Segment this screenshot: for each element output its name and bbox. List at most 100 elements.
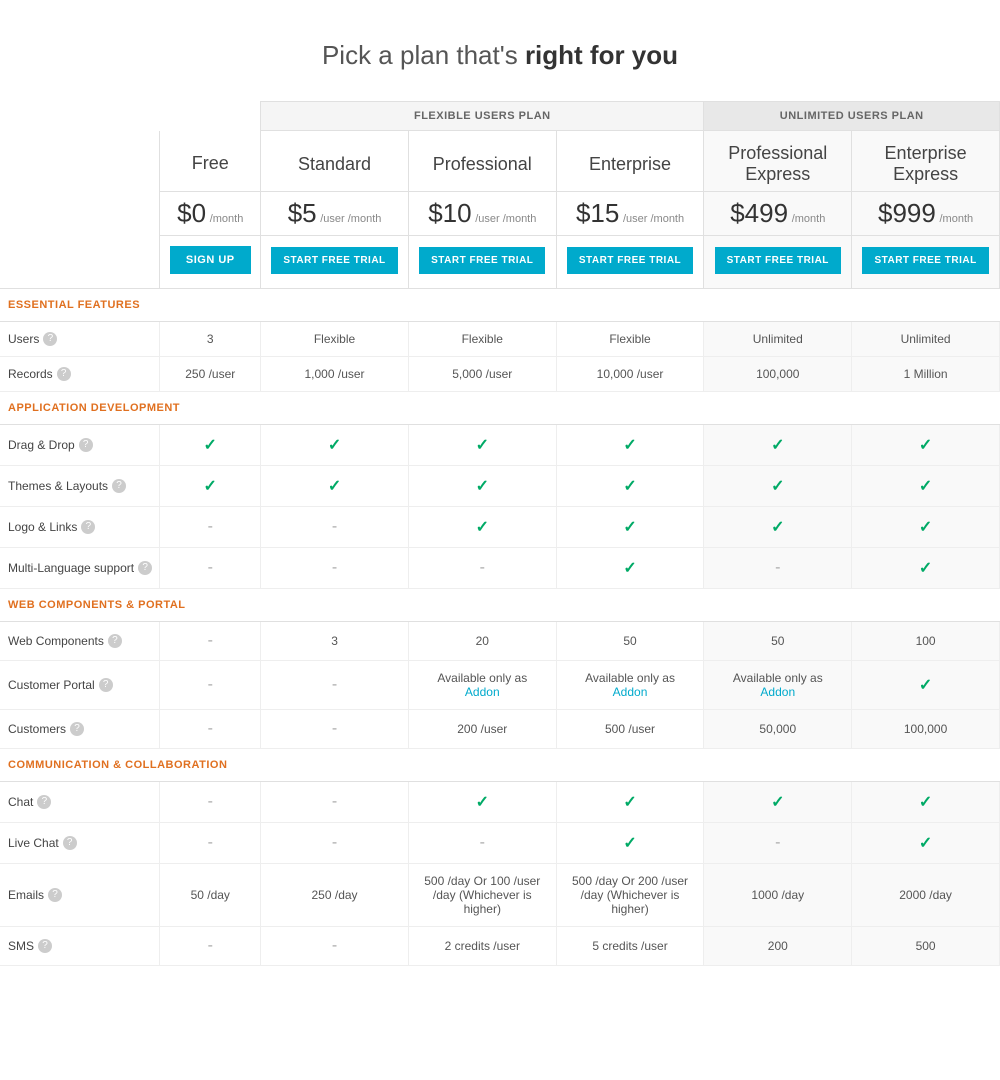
price-standard: $5 /user /month (261, 192, 409, 236)
plan-group-header-row: FLEXIBLE USERS PLAN UNLIMITED USERS PLAN (0, 102, 1000, 131)
feature-value-2-1-0: - (160, 661, 261, 710)
help-icon[interactable]: ? (81, 520, 95, 534)
feature-value-1-0-2: ✓ (408, 425, 556, 466)
feature-value-2-0-1: 3 (261, 622, 409, 661)
feature-row: Themes & Layouts?✓✓✓✓✓✓ (0, 466, 1000, 507)
feature-value-1-2-3: ✓ (556, 507, 704, 548)
plan-name-pro-express: Professional Express (704, 131, 852, 192)
checkmark-icon: ✓ (623, 560, 636, 577)
checkmark-icon: ✓ (919, 560, 932, 577)
price-professional: $10 /user /month (408, 192, 556, 236)
help-icon[interactable]: ? (99, 678, 113, 692)
feature-value-2-0-0: - (160, 622, 261, 661)
addon-link[interactable]: Addon (760, 685, 795, 699)
feature-label-cell-2-0: Web Components? (0, 622, 160, 661)
feature-value-2-1-4: Available only asAddon (704, 661, 852, 710)
checkmark-icon: ✓ (623, 835, 636, 852)
trial-button-professional[interactable]: START FREE TRIAL (419, 247, 545, 274)
feature-value-1-2-0: - (160, 507, 261, 548)
addon-link[interactable]: Addon (465, 685, 500, 699)
dash-indicator: - (775, 834, 780, 851)
feature-value-0-0-2: Flexible (408, 322, 556, 357)
dash-indicator: - (208, 676, 213, 693)
checkmark-icon: ✓ (204, 437, 217, 454)
feature-value-2-1-3: Available only asAddon (556, 661, 704, 710)
checkmark-icon: ✓ (919, 835, 932, 852)
checkmark-icon: ✓ (328, 437, 341, 454)
trial-button-pro-express[interactable]: START FREE TRIAL (715, 247, 841, 274)
dash-indicator: - (208, 793, 213, 810)
help-icon[interactable]: ? (138, 561, 152, 575)
help-icon[interactable]: ? (38, 939, 52, 953)
feature-value-1-0-0: ✓ (160, 425, 261, 466)
signup-button-free[interactable]: SIGN UP (170, 246, 251, 274)
feature-value-1-1-0: ✓ (160, 466, 261, 507)
help-icon[interactable]: ? (48, 888, 62, 902)
checkmark-icon: ✓ (476, 437, 489, 454)
addon-link[interactable]: Addon (613, 685, 648, 699)
feature-value-2-2-3: 500 /user (556, 710, 704, 749)
feature-value-3-1-4: - (704, 823, 852, 864)
section-header-0: ESSENTIAL FEATURES (0, 289, 1000, 322)
feature-value-3-0-3: ✓ (556, 782, 704, 823)
plan-name-professional: Professional (408, 131, 556, 192)
checkmark-icon: ✓ (919, 437, 932, 454)
feature-label-cell-0-0: Users? (0, 322, 160, 357)
price-free: $0 /month (160, 192, 261, 236)
page-title: Pick a plan that's right for you (0, 20, 1000, 101)
cta-enterprise: START FREE TRIAL (556, 236, 704, 289)
section-header-3: COMMUNICATION & COLLABORATION (0, 749, 1000, 782)
feature-value-2-1-1: - (261, 661, 409, 710)
feature-value-1-1-2: ✓ (408, 466, 556, 507)
feature-value-1-2-4: ✓ (704, 507, 852, 548)
feature-value-1-3-1: - (261, 548, 409, 589)
section-header-label-0: ESSENTIAL FEATURES (0, 289, 1000, 322)
help-icon[interactable]: ? (57, 367, 71, 381)
help-icon[interactable]: ? (37, 795, 51, 809)
plan-price-row: $0 /month $5 /user /month $10 /user /mon… (0, 192, 1000, 236)
feature-value-1-1-5: ✓ (852, 466, 1000, 507)
help-icon[interactable]: ? (70, 722, 84, 736)
help-icon[interactable]: ? (43, 332, 57, 346)
help-icon[interactable]: ? (108, 634, 122, 648)
trial-button-enterprise[interactable]: START FREE TRIAL (567, 247, 693, 274)
feature-row: Logo & Links?--✓✓✓✓ (0, 507, 1000, 548)
feature-value-1-3-2: - (408, 548, 556, 589)
dash-indicator: - (332, 937, 337, 954)
section-header-label-2: WEB COMPONENTS & PORTAL (0, 589, 1000, 622)
feature-value-2-2-5: 100,000 (852, 710, 1000, 749)
feature-row: SMS?--2 credits /user5 credits /user2005… (0, 927, 1000, 966)
feature-label-cell-3-0: Chat? (0, 782, 160, 823)
help-icon[interactable]: ? (79, 438, 93, 452)
feature-label-cell-0-1: Records? (0, 357, 160, 392)
feature-label-cell-1-2: Logo & Links? (0, 507, 160, 548)
feature-label-cell-1-3: Multi-Language support? (0, 548, 160, 589)
dash-indicator: - (332, 793, 337, 810)
feature-value-2-2-2: 200 /user (408, 710, 556, 749)
checkmark-icon: ✓ (771, 519, 784, 536)
cta-free: SIGN UP (160, 236, 261, 289)
trial-button-standard[interactable]: START FREE TRIAL (271, 247, 397, 274)
dash-indicator: - (208, 559, 213, 576)
trial-button-ent-express[interactable]: START FREE TRIAL (862, 247, 988, 274)
dash-indicator: - (208, 632, 213, 649)
dash-indicator: - (332, 720, 337, 737)
checkmark-icon: ✓ (771, 478, 784, 495)
checkmark-icon: ✓ (623, 478, 636, 495)
dash-indicator: - (208, 834, 213, 851)
help-icon[interactable]: ? (112, 479, 126, 493)
plan-name-enterprise: Enterprise (556, 131, 704, 192)
help-icon[interactable]: ? (63, 836, 77, 850)
feature-value-3-0-5: ✓ (852, 782, 1000, 823)
flexible-plan-header: FLEXIBLE USERS PLAN (261, 102, 704, 131)
feature-value-3-1-3: ✓ (556, 823, 704, 864)
feature-value-0-1-4: 100,000 (704, 357, 852, 392)
feature-value-1-0-1: ✓ (261, 425, 409, 466)
feature-value-3-2-5: 2000 /day (852, 864, 1000, 927)
feature-value-0-0-5: Unlimited (852, 322, 1000, 357)
feature-value-3-2-1: 250 /day (261, 864, 409, 927)
feature-row: Emails?50 /day250 /day500 /day Or 100 /u… (0, 864, 1000, 927)
checkmark-icon: ✓ (919, 519, 932, 536)
feature-row: Customers?--200 /user500 /user50,000100,… (0, 710, 1000, 749)
dash-indicator: - (208, 937, 213, 954)
